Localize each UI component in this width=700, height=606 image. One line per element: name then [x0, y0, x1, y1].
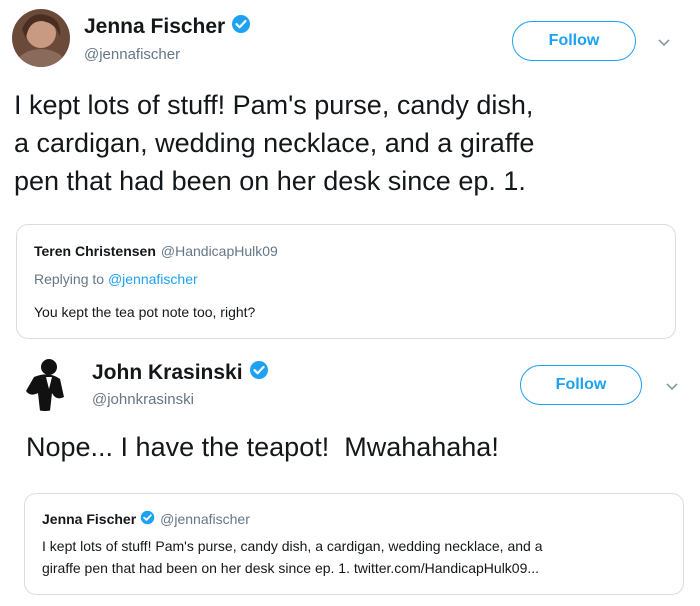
tweet1-follow-button[interactable]: Follow [512, 21, 636, 61]
verified-badge-icon [231, 14, 251, 39]
jenna-avatar[interactable] [12, 9, 70, 67]
tweet1-reply-card[interactable]: Teren Christensen @HandicapHulk09 Replyi… [16, 224, 676, 339]
tweet2-quoted-tweet[interactable]: Jenna Fischer @jennafischer I kept lots … [24, 493, 684, 595]
tweet1-author-handle[interactable]: @jennafischer [84, 46, 180, 63]
reply-author-handle[interactable]: @HandicapHulk09 [161, 243, 278, 259]
quoted-author-name[interactable]: Jenna Fischer [42, 511, 136, 527]
quoted-author-row: Jenna Fischer @jennafischer [42, 510, 250, 528]
quoted-text: I kept lots of stuff! Pam's purse, candy… [42, 535, 542, 579]
reply-author-row: Teren Christensen @HandicapHulk09 [34, 243, 278, 259]
tweet2-text: Nope... I have the teapot! Mwahahaha! [26, 432, 499, 462]
replying-to-prefix: Replying to [34, 271, 108, 287]
tweet1-text-line: pen that had been on her desk since ep. … [14, 166, 526, 196]
tweet1-author-row: Jenna Fischer [84, 14, 251, 39]
chevron-down-icon[interactable] [664, 380, 680, 392]
john-avatar[interactable] [16, 353, 74, 411]
tweet1-text-line: a cardigan, wedding necklace, and a gira… [14, 128, 535, 158]
verified-badge-icon [140, 510, 155, 528]
quoted-text-line: I kept lots of stuff! Pam's purse, candy… [42, 538, 543, 554]
reply-author-name[interactable]: Teren Christensen [34, 243, 156, 259]
tweet2-author-name[interactable]: John Krasinski [92, 361, 243, 385]
chevron-down-icon[interactable] [656, 36, 672, 48]
reply-text: You kept the tea pot note too, right? [34, 304, 256, 320]
tweet2-follow-button[interactable]: Follow [520, 365, 642, 405]
tweet2-author-handle[interactable]: @johnkrasinski [92, 391, 194, 408]
tweet1-text-line: I kept lots of stuff! Pam's purse, candy… [14, 90, 534, 120]
replying-to-line: Replying to @jennafischer [34, 271, 198, 287]
tweet1-text: I kept lots of stuff! Pam's purse, candy… [14, 86, 534, 200]
verified-badge-icon [249, 360, 269, 385]
tweet2-author-row: John Krasinski [92, 360, 269, 385]
replying-to-link[interactable]: @jennafischer [108, 271, 198, 287]
quoted-author-handle[interactable]: @jennafischer [160, 511, 250, 527]
quoted-text-line: giraffe pen that had been on her desk si… [42, 560, 540, 576]
tweet1-author-name[interactable]: Jenna Fischer [84, 15, 225, 39]
